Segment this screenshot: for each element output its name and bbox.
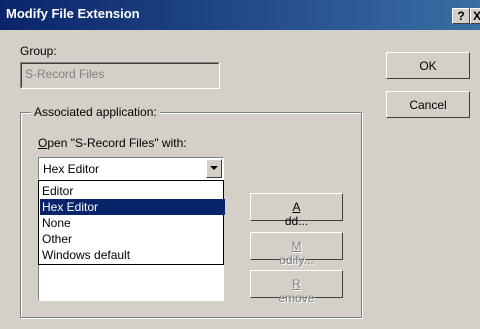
dropdown-item-none[interactable]: None [40,215,225,231]
add-button[interactable]: Add... [250,193,343,228]
group-label: Group: [20,44,57,58]
dropdown-item-editor[interactable]: Editor [40,183,225,199]
dropdown-item-windows-default[interactable]: Windows default [40,247,225,263]
window-title: Modify File Extension [6,6,140,21]
modify-button[interactable]: Modify... [250,232,343,267]
close-button[interactable]: X [470,8,480,24]
dropdown-item-other[interactable]: Other [40,231,225,247]
cancel-button[interactable]: Cancel [386,91,470,118]
ok-button[interactable]: OK [386,52,470,79]
close-icon: X [472,9,480,23]
title-bar[interactable]: Modify File Extension ? X [0,0,480,30]
chevron-down-icon[interactable] [206,159,222,178]
group-value: S-Record Files [25,67,105,81]
help-icon: ? [457,9,465,23]
open-with-label: Open "S-Record Files" with: [38,136,187,150]
modify-file-extension-dialog: Modify File Extension ? X Group: S-Recor… [0,0,480,329]
application-dropdown-list[interactable]: Editor Hex Editor None Other Windows def… [38,180,225,265]
help-button[interactable]: ? [452,8,470,24]
group-field: S-Record Files [20,62,220,89]
application-combo-value: Hex Editor [43,162,100,176]
dropdown-item-hex-editor[interactable]: Hex Editor [40,199,225,215]
application-combo[interactable]: Hex Editor [38,157,224,180]
associated-application-title: Associated application: [31,105,160,119]
remove-button[interactable]: Remove [250,270,343,305]
